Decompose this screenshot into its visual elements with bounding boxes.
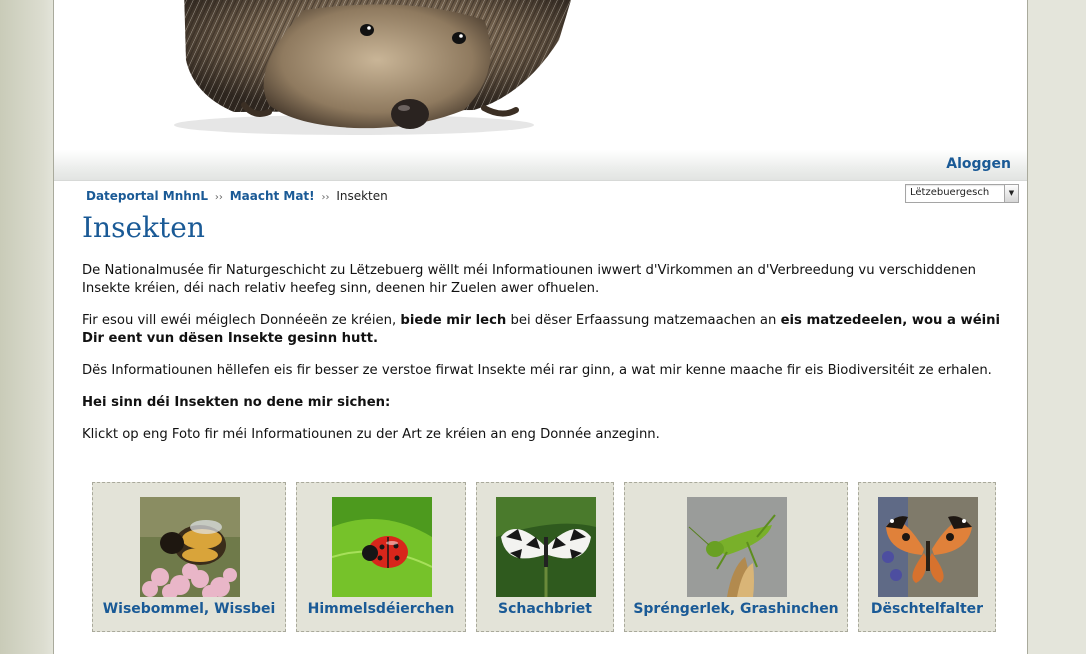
species-label[interactable]: Dëschtelfalter <box>859 601 995 617</box>
hedgehog-image <box>174 0 571 135</box>
species-label[interactable]: Wisebommel, Wissbei <box>93 601 285 617</box>
breadcrumb-link-dateportal[interactable]: Dateportal MnhnL <box>86 189 208 203</box>
species-tile-bumblebee[interactable]: Wisebommel, Wissbei <box>92 482 286 632</box>
bumblebee-photo[interactable] <box>140 497 240 597</box>
breadcrumb-current: Insekten <box>336 189 388 203</box>
species-tile-painted-lady[interactable]: Dëschtelfalter <box>858 482 996 632</box>
breadcrumb-link-maacht-mat[interactable]: Maacht Mat! <box>230 189 315 203</box>
species-tile-ladybird[interactable]: Himmelsdéierchen <box>296 482 466 632</box>
biodiversity-paragraph: Dës Informatiounen hëllefen eis fir bess… <box>82 363 992 378</box>
dropdown-arrow-icon: ▼ <box>1004 185 1018 202</box>
breadcrumb-separator: ›› <box>214 192 223 203</box>
intro-paragraph: De Nationalmusée fir Naturgeschicht zu L… <box>82 263 976 296</box>
instructions-paragraph: Klickt op eng Foto fir méi Informatioune… <box>82 427 660 442</box>
participation-paragraph: Fir esou vill ewéi méiglech Donnéeën ze … <box>82 312 1002 348</box>
login-link[interactable]: Aloggen <box>946 156 1011 172</box>
page-title: Insekten <box>82 211 205 244</box>
header-banner <box>54 0 1027 150</box>
participation-bold-1: biede mir lech <box>400 313 507 328</box>
marbled-white-butterfly-photo[interactable] <box>496 497 596 597</box>
breadcrumb-separator: ›› <box>321 192 330 203</box>
language-select[interactable]: Lëtzebuergesch ▼ <box>905 184 1019 203</box>
painted-lady-butterfly-photo[interactable] <box>878 497 978 597</box>
participation-text-2: bei dëser Erfaassung matzemaachen an <box>506 313 781 328</box>
page-container: Aloggen Dateportal MnhnL ›› Maacht Mat! … <box>53 0 1028 654</box>
species-tile-grasshopper[interactable]: Spréngerlek, Grashinchen <box>624 482 848 632</box>
language-select-value: Lëtzebuergesch <box>910 187 990 198</box>
participation-text-1: Fir esou vill ewéi méiglech Donnéeën ze … <box>82 313 401 328</box>
search-heading: Hei sinn déi Insekten no dene mir sichen… <box>82 395 391 410</box>
ladybird-photo[interactable] <box>332 497 432 597</box>
species-label[interactable]: Himmelsdéierchen <box>297 601 465 617</box>
login-bar: Aloggen <box>54 150 1027 181</box>
grasshopper-photo[interactable] <box>687 497 787 597</box>
species-label[interactable]: Spréngerlek, Grashinchen <box>625 601 847 617</box>
species-label[interactable]: Schachbriet <box>477 601 613 617</box>
breadcrumb: Dateportal MnhnL ›› Maacht Mat! ›› Insek… <box>86 189 388 203</box>
species-tile-marbled-white[interactable]: Schachbriet <box>476 482 614 632</box>
